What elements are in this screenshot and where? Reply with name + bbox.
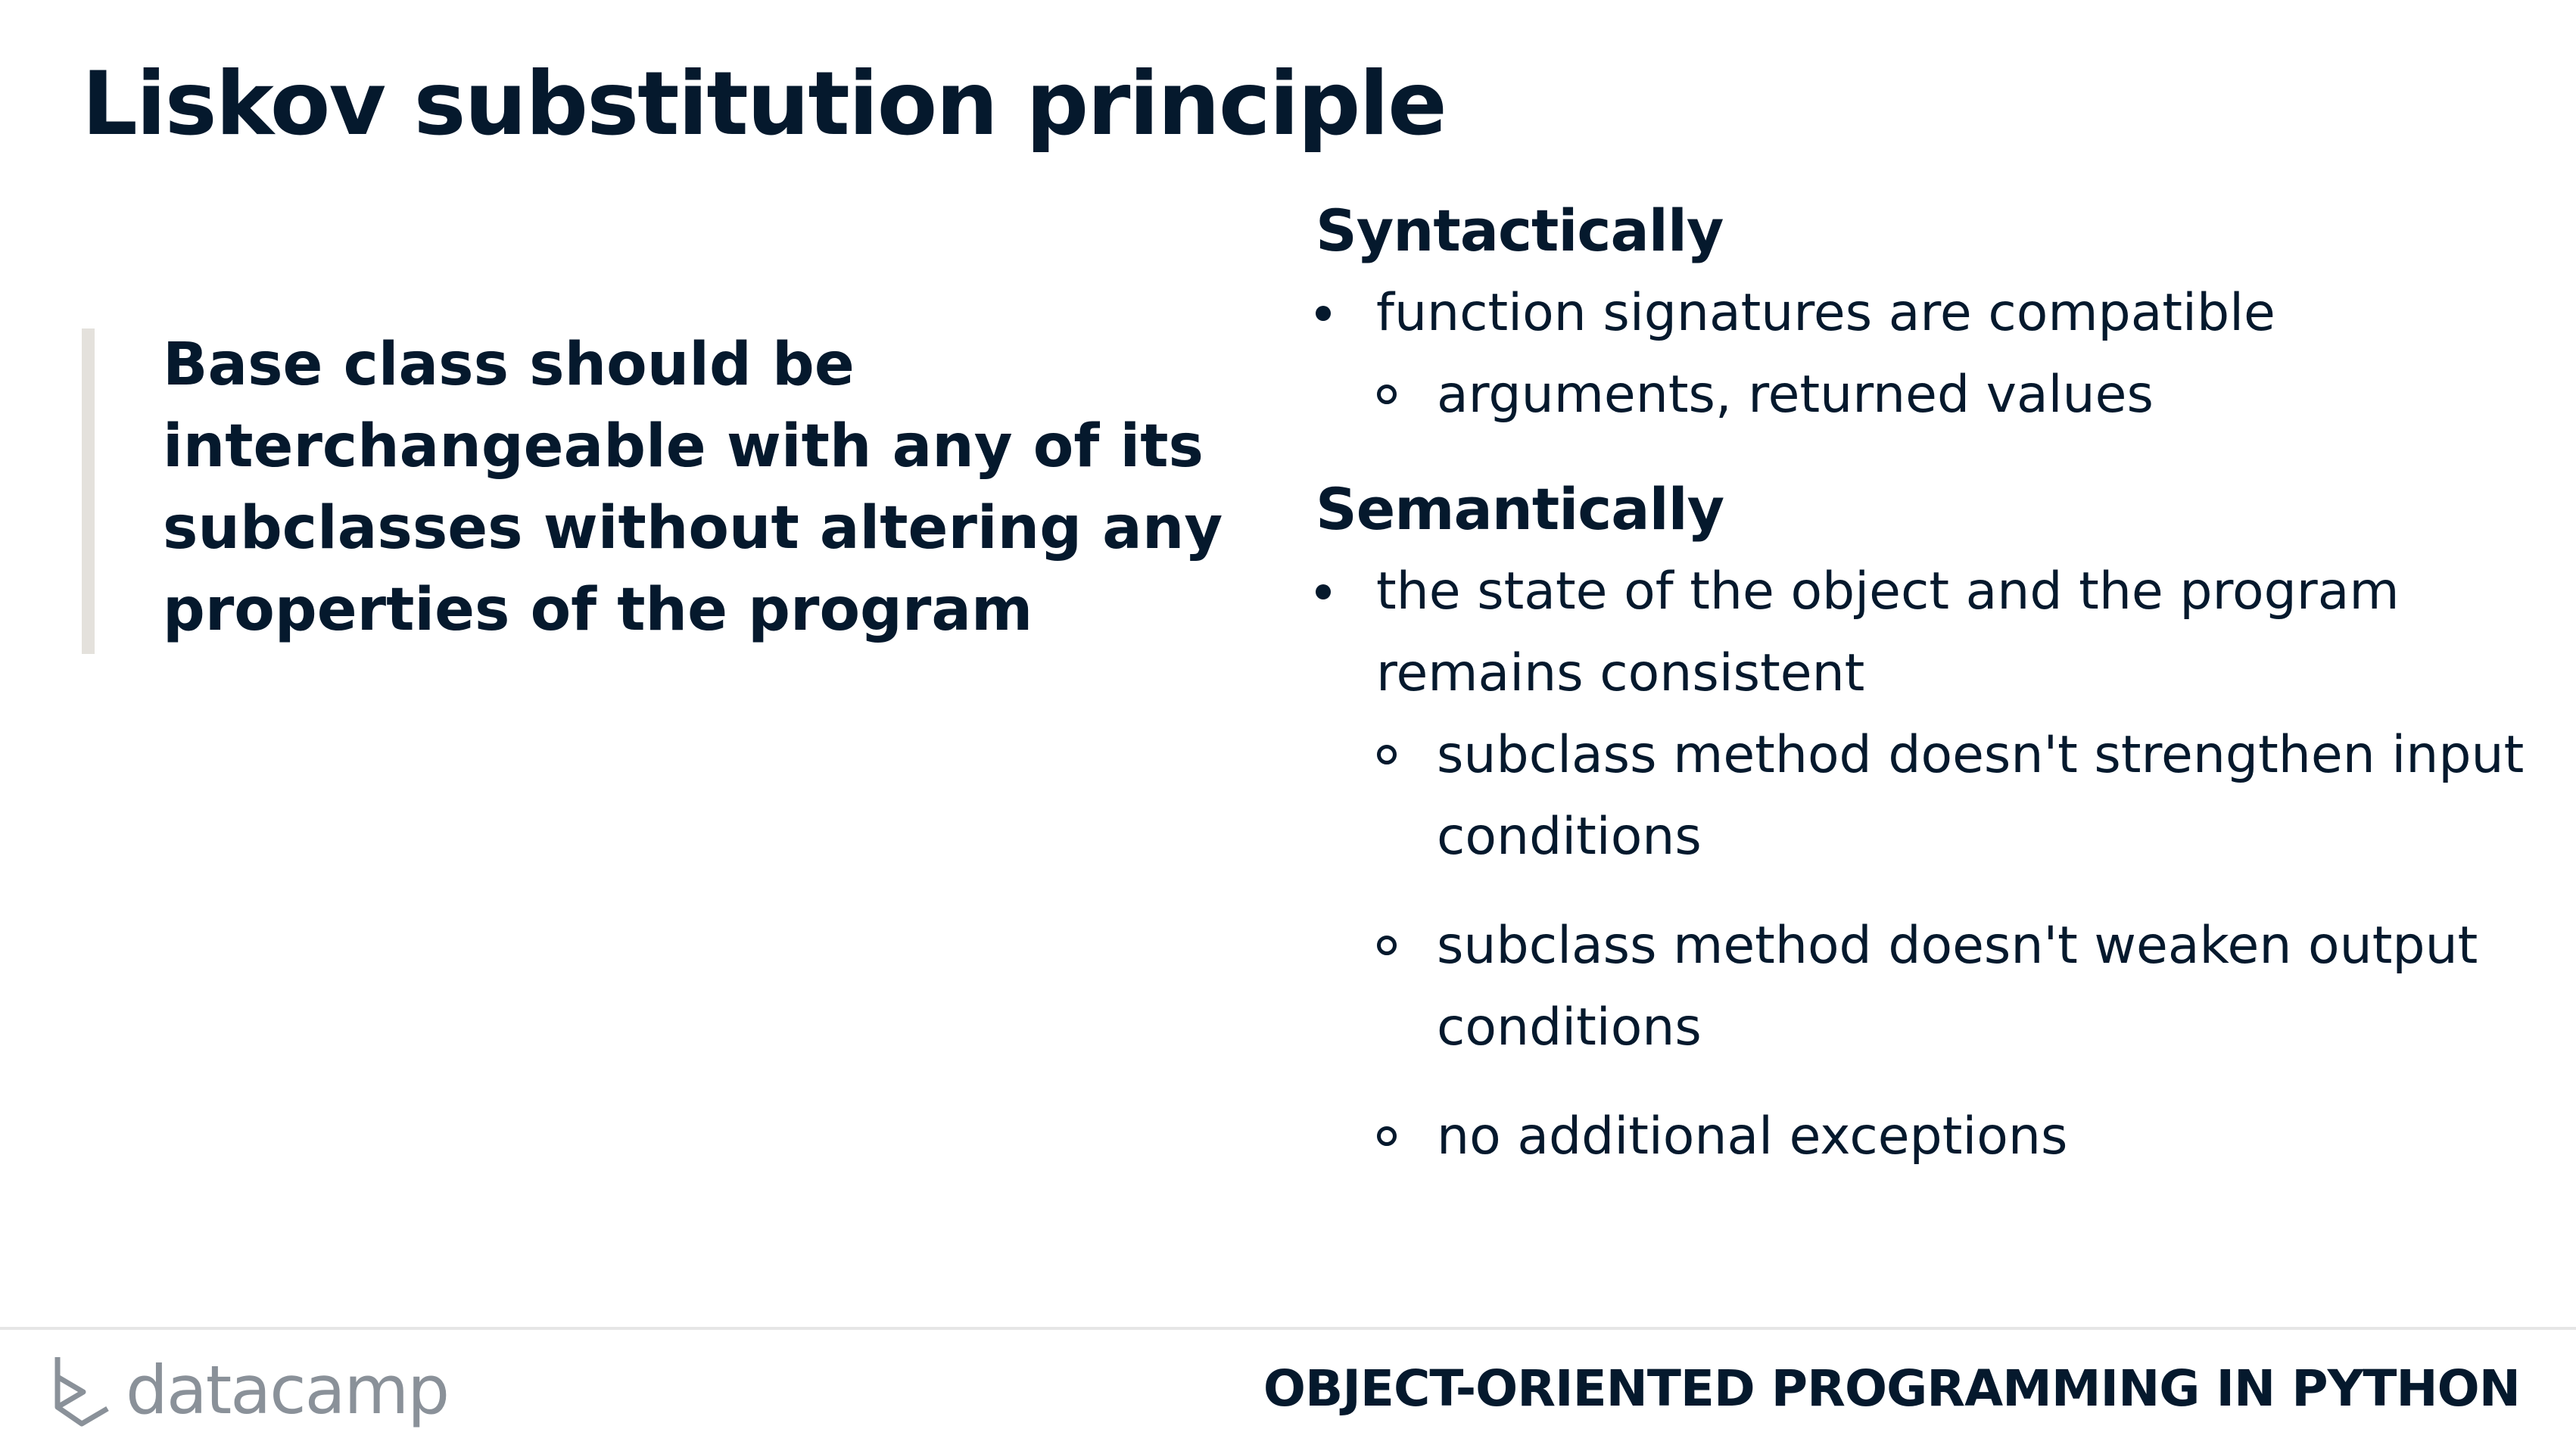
list-item: function signatures are compatible argum… [1316, 272, 2527, 436]
sub-list-item-text: arguments, returned values [1437, 365, 2154, 425]
sub-list-item-text: subclass method doesn't weaken output co… [1437, 916, 2478, 1057]
hollow-bullet-icon [1377, 1126, 1397, 1146]
datacamp-logo-icon [55, 1357, 109, 1427]
right-column: Syntactically function signatures are co… [1316, 189, 2527, 1178]
bullet-icon [1316, 306, 1331, 321]
course-title: OBJECT-ORIENTED PROGRAMMING IN PYTHON [1263, 1359, 2521, 1418]
sub-list-item: subclass method doesn't weaken output co… [1376, 905, 2527, 1069]
sub-list: arguments, returned values [1376, 354, 2527, 436]
hollow-bullet-icon [1377, 936, 1397, 955]
logo-text: datacamp [126, 1351, 450, 1429]
sub-list-item-text: subclass method doesn't strengthen input… [1437, 725, 2525, 867]
semantically-heading: Semantically [1316, 475, 1724, 543]
sub-list-item: arguments, returned values [1376, 354, 2527, 436]
datacamp-logo: datacamp [53, 1349, 450, 1432]
semantically-list: the state of the object and the program … [1316, 551, 2527, 1178]
quote-text: Base class should be interchangeable wit… [163, 331, 1223, 644]
principle-quote: Base class should be interchangeable wit… [82, 328, 1223, 654]
list-item: the state of the object and the program … [1316, 551, 2527, 1178]
syntactically-list: function signatures are compatible argum… [1316, 272, 2527, 436]
sub-list-item: no additional exceptions [1376, 1096, 2527, 1178]
hollow-bullet-icon [1377, 385, 1397, 404]
slide-title: Liskov substitution principle [82, 53, 1447, 155]
list-item-text: the state of the object and the program … [1376, 562, 2400, 703]
footer-divider [0, 1327, 2576, 1330]
syntactically-heading: Syntactically [1316, 197, 1724, 264]
hollow-bullet-icon [1377, 745, 1397, 764]
list-item-text: function signatures are compatible [1376, 283, 2275, 343]
bullet-icon [1316, 584, 1331, 599]
sub-list-item-text: no additional exceptions [1437, 1107, 2068, 1166]
sub-list-item: subclass method doesn't strengthen input… [1376, 715, 2527, 878]
sub-list: subclass method doesn't strengthen input… [1376, 715, 2527, 1178]
